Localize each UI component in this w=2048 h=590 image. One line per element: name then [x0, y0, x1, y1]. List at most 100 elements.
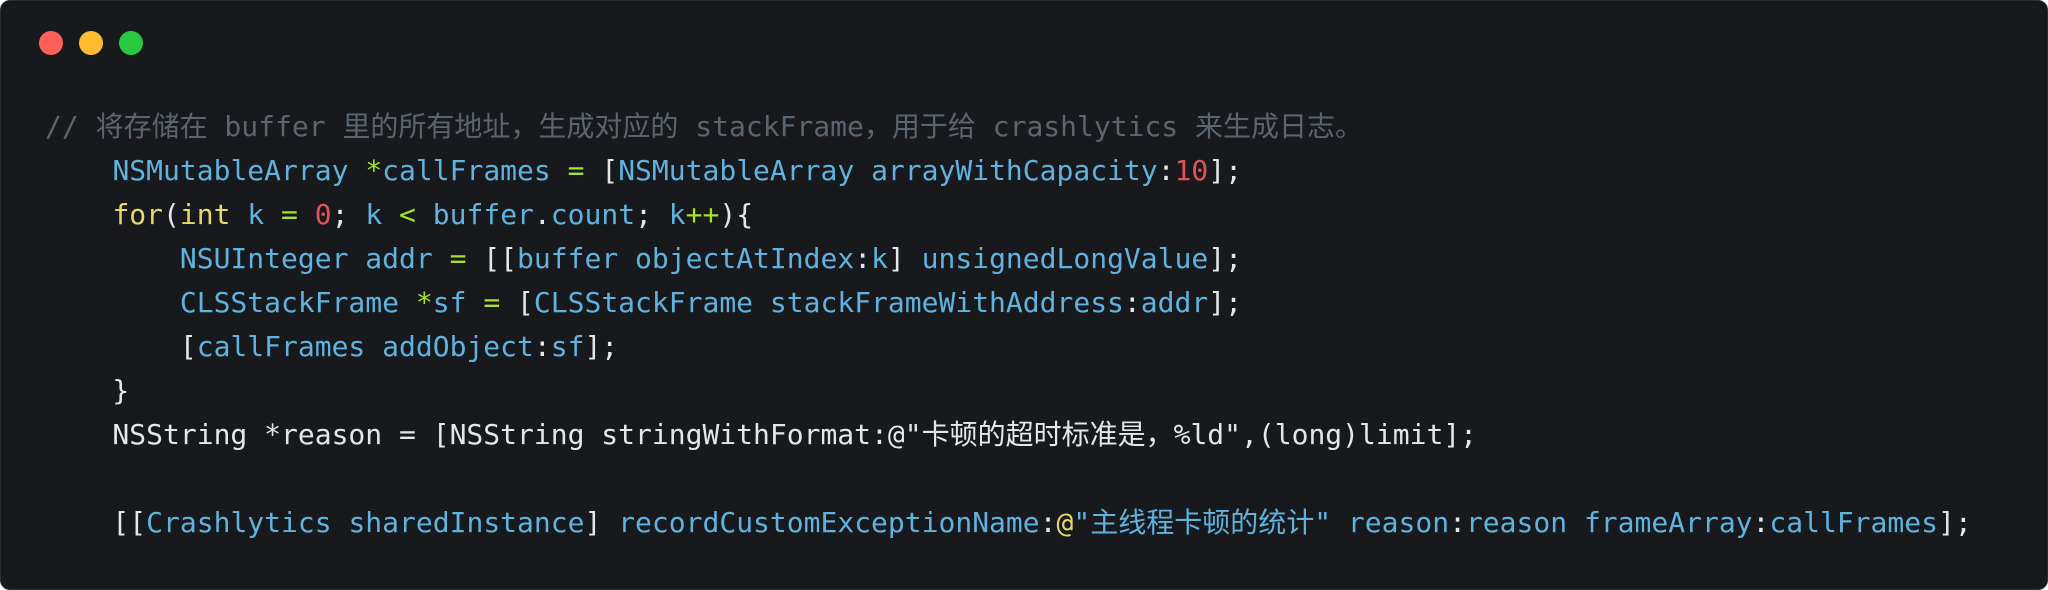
code-token: :	[533, 330, 551, 363]
code-token: for	[112, 198, 164, 231]
code-token: buffer	[517, 242, 619, 275]
code-token: callFrames	[1769, 506, 1938, 539]
code-line: NSMutableArray *callFrames = [NSMutableA…	[45, 149, 1972, 193]
code-token: int	[179, 198, 231, 231]
code-token: frameArray	[1583, 506, 1753, 539]
code-token: (	[163, 198, 180, 231]
code-window: // 将存储在 buffer 里的所有地址，生成对应的 stackFrame，用…	[0, 0, 2048, 590]
code-token: :	[1123, 286, 1141, 319]
code-token: [	[45, 330, 197, 363]
code-token: =	[483, 286, 501, 319]
window-controls	[39, 31, 143, 55]
code-token: callFrames	[196, 330, 366, 363]
code-token: ];	[1208, 242, 1242, 275]
code-token: count	[550, 198, 636, 231]
code-token: addObject	[382, 330, 534, 363]
code-token: CLSStackFrame	[533, 286, 754, 319]
code-token: k	[668, 198, 686, 231]
code-token: ++	[685, 198, 720, 231]
code-token: buffer	[432, 198, 534, 231]
code-token: =	[281, 198, 298, 231]
code-token: @	[1056, 506, 1074, 539]
code-token: ;	[635, 198, 669, 231]
zoom-button[interactable]	[119, 31, 143, 55]
code-token: [	[500, 286, 534, 319]
code-line: }	[45, 369, 1972, 413]
code-token: NSMutableArray	[618, 154, 855, 187]
code-token: ;	[331, 198, 366, 231]
code-token: sf	[550, 330, 585, 363]
code-token: k	[871, 242, 888, 275]
code-token: addr	[365, 242, 433, 275]
code-token: [	[584, 154, 619, 187]
code-token: NSMutableArray	[112, 154, 349, 187]
code-token: :	[1157, 154, 1175, 187]
code-token: ];	[1208, 286, 1242, 319]
code-line: NSString *reason = [NSString stringWithF…	[45, 413, 1972, 457]
code-token: ];	[584, 330, 619, 363]
code-token: reason	[1347, 506, 1450, 539]
code-token: 0	[314, 198, 332, 231]
code-token: :	[854, 242, 872, 275]
code-token: k	[365, 198, 383, 231]
code-token: addr	[1140, 286, 1209, 319]
code-token: :	[1752, 506, 1770, 539]
code-token: =	[449, 242, 467, 275]
code-token: ){	[719, 198, 754, 231]
code-token: [[	[466, 242, 518, 275]
code-token: *	[365, 154, 383, 187]
code-line: NSUInteger addr = [[buffer objectAtIndex…	[45, 237, 1972, 281]
code-token: ];	[1937, 506, 1972, 539]
code-token: <	[399, 198, 416, 231]
close-button[interactable]	[39, 31, 63, 55]
code-block: // 将存储在 buffer 里的所有地址，生成对应的 stackFrame，用…	[45, 105, 1972, 545]
code-line: // 将存储在 buffer 里的所有地址，生成对应的 stackFrame，用…	[45, 105, 1972, 149]
code-line: [[Crashlytics sharedInstance] recordCust…	[45, 501, 1972, 545]
code-token: ];	[1208, 154, 1242, 187]
code-token: :	[1039, 506, 1057, 539]
code-token: sf	[432, 286, 467, 319]
code-token: NSString *reason = [NSString stringWithF…	[45, 418, 1478, 451]
code-line: for(int k = 0; k < buffer.count; k++){	[45, 193, 1972, 237]
code-line: [callFrames addObject:sf];	[45, 325, 1972, 369]
code-token: arrayWithCapacity	[871, 154, 1158, 187]
code-token: objectAtIndex	[635, 242, 855, 275]
code-token: callFrames	[382, 154, 551, 187]
code-token: }	[45, 374, 130, 407]
code-token: .	[533, 198, 551, 231]
code-token: *	[415, 286, 433, 319]
code-token: 10	[1174, 154, 1209, 187]
code-token: :	[1449, 506, 1466, 539]
code-token: k	[247, 198, 265, 231]
code-token: [[	[45, 506, 147, 539]
code-line: CLSStackFrame *sf = [CLSStackFrame stack…	[45, 281, 1972, 325]
code-token: stackFrameWithAddress	[769, 286, 1124, 319]
code-token: Crashlytics	[146, 506, 332, 539]
minimize-button[interactable]	[79, 31, 103, 55]
code-token: ]	[887, 242, 922, 275]
code-token: CLSStackFrame	[179, 286, 400, 319]
code-token: NSUInteger	[179, 242, 349, 275]
